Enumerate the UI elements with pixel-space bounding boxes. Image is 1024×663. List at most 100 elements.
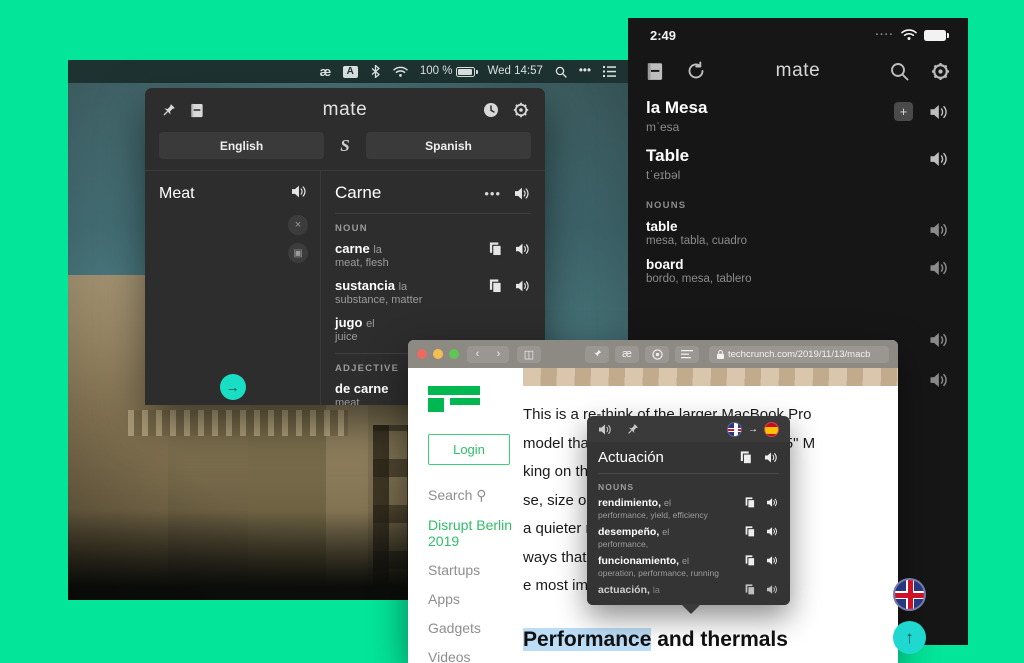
login-button[interactable]: Login: [428, 434, 510, 465]
pin-icon[interactable]: [585, 345, 609, 363]
definition-translations: performance, yield, efficiency: [598, 510, 708, 520]
phone-word-card[interactable]: Table tˈeɪbəl: [628, 138, 968, 186]
input-source-icon[interactable]: A: [342, 65, 358, 78]
copy-icon[interactable]: [745, 584, 756, 596]
address-bar[interactable]: techcrunch.com/2019/11/13/macb: [709, 345, 889, 363]
pin-icon[interactable]: [161, 103, 176, 118]
speaker-icon[interactable]: [766, 584, 779, 596]
back-icon[interactable]: ‹: [476, 348, 480, 360]
menubar-clock[interactable]: Wed 14:57: [487, 65, 542, 78]
history-icon[interactable]: [483, 102, 499, 118]
image-ocr-icon[interactable]: ▣: [288, 243, 308, 263]
control-center-icon[interactable]: •••: [579, 65, 591, 78]
target-language-button[interactable]: Spanish: [366, 132, 531, 159]
reader-icon[interactable]: [645, 345, 669, 363]
dictionary-icon[interactable]: [190, 103, 204, 118]
scroll-up-button[interactable]: ↑: [893, 621, 926, 654]
copy-icon[interactable]: [489, 242, 503, 257]
macos-menu-bar: æ A 100 % Wed 14:57 •••: [68, 60, 628, 83]
speaker-icon[interactable]: [766, 526, 779, 538]
nav-search[interactable]: Search ⚲: [428, 487, 513, 504]
uk-flag-icon[interactable]: [727, 421, 742, 437]
nav-item-videos[interactable]: Videos: [428, 649, 513, 663]
definition-article: la: [398, 281, 408, 293]
bluetooth-icon[interactable]: [370, 65, 381, 78]
speaker-icon[interactable]: [515, 242, 531, 257]
search-icon[interactable]: [890, 62, 909, 81]
speaker-icon[interactable]: [929, 103, 950, 121]
speaker-icon[interactable]: [291, 184, 308, 199]
wifi-icon[interactable]: [393, 66, 408, 78]
notification-center-icon[interactable]: [603, 66, 616, 77]
phone-definition-row[interactable]: board bordo, mesa, tablero: [628, 255, 968, 293]
phone-definition-row[interactable]: table mesa, tabla, cuadro: [628, 217, 968, 255]
more-options-icon[interactable]: •••: [484, 186, 501, 201]
url-text: techcrunch.com/2019/11/13/macb: [728, 348, 871, 360]
sidebar-toggle-icon[interactable]: ◫: [517, 345, 541, 363]
speaker-icon[interactable]: [929, 221, 950, 239]
mate-extension-icon[interactable]: æ: [615, 345, 639, 363]
speaker-icon[interactable]: [515, 279, 531, 294]
translated-word[interactable]: Carne: [335, 183, 381, 203]
phone-word-card[interactable]: la Mesa mˈesa +: [628, 90, 968, 138]
spotlight-search-icon[interactable]: [555, 66, 567, 78]
clear-icon[interactable]: ×: [288, 215, 308, 235]
mini-definition-entry[interactable]: funcionamiento, el operation, performanc…: [598, 555, 779, 578]
techcrunch-logo[interactable]: [428, 386, 480, 412]
selected-text[interactable]: Performance: [523, 627, 652, 651]
battery-status[interactable]: 100 %: [420, 65, 479, 78]
mini-definition-entry[interactable]: rendimiento, el performance, yield, effi…: [598, 497, 779, 520]
settings-icon[interactable]: [931, 62, 950, 81]
translate-go-button[interactable]: →: [219, 374, 246, 400]
definition-entry[interactable]: sustancia la substance, matter: [335, 278, 531, 306]
copy-icon[interactable]: [740, 450, 753, 465]
mini-definition-entry[interactable]: actuación, la: [598, 584, 779, 596]
mate-inline-translation-popup: → Actuación NOUNS rendimiento, el perfor…: [587, 416, 790, 614]
reading-list-icon[interactable]: [675, 345, 699, 363]
site-nav: Search ⚲ Disrupt Berlin 2019 Startups Ap…: [428, 487, 513, 663]
speaker-icon[interactable]: [929, 150, 950, 168]
copy-icon[interactable]: [745, 526, 756, 538]
mini-definition-entry[interactable]: desempeño, el performance,: [598, 526, 779, 549]
nav-item-startups[interactable]: Startups: [428, 562, 513, 578]
mini-translated-word[interactable]: Actuación: [598, 449, 664, 466]
nav-item-apps[interactable]: Apps: [428, 591, 513, 607]
speaker-icon[interactable]: [766, 555, 779, 567]
copy-icon[interactable]: [745, 497, 756, 509]
forward-icon[interactable]: ›: [497, 348, 501, 360]
nav-item-gadgets[interactable]: Gadgets: [428, 620, 513, 636]
source-language-button[interactable]: English: [159, 132, 324, 159]
speaker-icon[interactable]: [514, 186, 531, 201]
speaker-icon[interactable]: [929, 371, 950, 389]
divider: [335, 213, 531, 214]
definition-entry[interactable]: carne la meat, flesh: [335, 241, 531, 269]
source-pane: Meat × ▣ →: [145, 171, 320, 405]
copy-icon[interactable]: [489, 279, 503, 294]
pin-icon[interactable]: [626, 423, 639, 436]
spain-flag-icon[interactable]: [764, 421, 779, 437]
speaker-icon[interactable]: [929, 331, 950, 349]
speaker-icon[interactable]: [766, 497, 779, 509]
add-icon[interactable]: +: [894, 102, 913, 121]
definition-article: el: [366, 318, 375, 330]
nav-item-disrupt-berlin[interactable]: Disrupt Berlin 2019: [428, 517, 513, 549]
definition-term: actuación,: [598, 584, 650, 596]
browser-nav-buttons[interactable]: ‹ ›: [467, 345, 509, 363]
phone-clock: 2:49: [650, 27, 677, 43]
dictionary-icon[interactable]: [646, 62, 664, 81]
mate-menubar-icon[interactable]: æ: [320, 65, 332, 78]
language-flag-button[interactable]: [893, 578, 926, 611]
speaker-icon[interactable]: [929, 259, 950, 277]
search-icon: ⚲: [476, 487, 487, 503]
swap-languages-icon[interactable]: S: [334, 136, 356, 156]
settings-icon[interactable]: [513, 102, 529, 118]
definition-term: rendimiento,: [598, 497, 662, 509]
definition-entry[interactable]: jugo el juice: [335, 315, 531, 343]
window-traffic-lights[interactable]: [417, 349, 459, 359]
article-heading-rest: and thermals: [651, 627, 788, 651]
source-word[interactable]: Meat: [159, 185, 306, 203]
copy-icon[interactable]: [745, 555, 756, 567]
speaker-icon[interactable]: [764, 451, 779, 465]
refresh-icon[interactable]: [686, 61, 706, 81]
speaker-icon[interactable]: [598, 423, 613, 436]
